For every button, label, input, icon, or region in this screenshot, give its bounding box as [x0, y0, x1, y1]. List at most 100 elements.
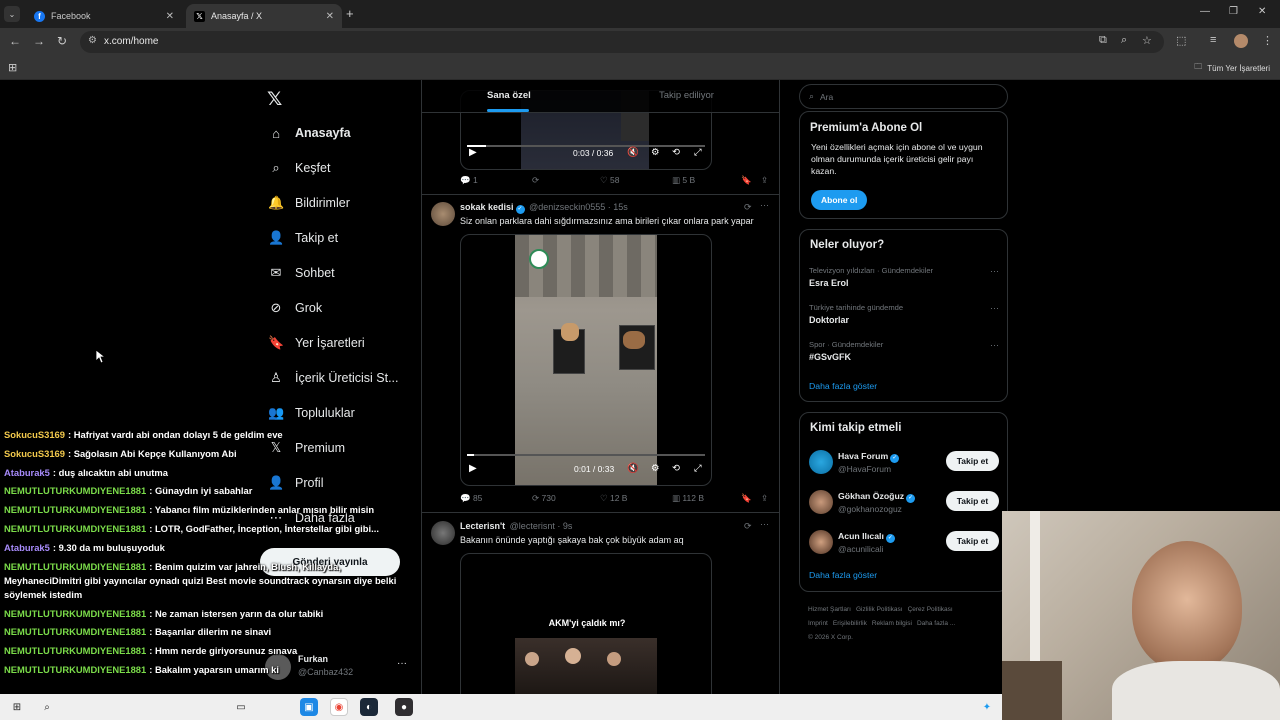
retweet-button[interactable]: ⟳ — [532, 175, 539, 186]
reload-icon[interactable]: ↻ — [57, 34, 67, 48]
new-tab-icon[interactable]: + — [346, 6, 354, 21]
grok-icon[interactable]: ⟳ — [744, 521, 752, 532]
like-button[interactable]: ♡ 58 — [600, 175, 619, 186]
who-show-more[interactable]: Daha fazla göster — [809, 570, 877, 580]
views-button[interactable]: ▥ 112 B — [672, 493, 704, 504]
nav-item-1[interactable]: ⌂ Anasayfa — [268, 121, 351, 145]
install-icon[interactable]: ⧉ — [1099, 34, 1107, 47]
trends-show-more[interactable]: Daha fazla göster — [809, 381, 877, 391]
footer-link[interactable]: Hizmet Şartları — [808, 606, 851, 613]
share-icon[interactable]: ⇪ — [761, 175, 768, 186]
loop-icon[interactable]: ⟲ — [672, 147, 680, 158]
footer-link[interactable]: Gizlilik Politikası — [856, 606, 903, 613]
star-icon[interactable]: ☆ — [1142, 34, 1152, 47]
more-icon[interactable]: ··· — [990, 266, 999, 276]
task-view-icon[interactable]: ▭ — [232, 698, 250, 716]
tray-app-icon[interactable]: ✦ — [978, 698, 996, 716]
avatar[interactable] — [431, 202, 455, 226]
nav-item-7[interactable]: 🔖 Yer İşaretleri — [268, 331, 365, 355]
more-icon[interactable]: ··· — [760, 200, 769, 210]
tab-search-icon[interactable]: ⌄ — [4, 6, 20, 22]
who-to-follow-item[interactable]: Hava Forum ✓ @HavaForum Takip et — [809, 449, 999, 477]
apps-icon[interactable]: ⊞ — [8, 61, 17, 74]
suggested-name[interactable]: Gökhan Özoğuz ✓ — [838, 491, 916, 503]
loop-icon[interactable]: ⟲ — [672, 463, 680, 474]
restore-icon[interactable]: ❐ — [1229, 6, 1238, 17]
minimize-icon[interactable]: — — [1200, 6, 1210, 17]
all-bookmarks[interactable]: 🗀 Tüm Yer İşaretleri — [1194, 61, 1270, 75]
play-icon[interactable]: ▶ — [469, 147, 477, 158]
menu-icon[interactable]: ⋮ — [1262, 34, 1273, 47]
settings-icon[interactable]: ⚙ — [651, 147, 660, 158]
nav-item-9[interactable]: 👥 Topluluklar — [268, 401, 355, 425]
trend-item[interactable]: Türkiye tarihinde gündemde Doktorlar ··· — [809, 303, 999, 325]
subscribe-button[interactable]: Abone ol — [811, 190, 868, 210]
back-icon[interactable]: ← — [9, 34, 21, 48]
suggested-name[interactable]: Acun Ilıcalı ✓ — [838, 531, 895, 543]
nav-item-4[interactable]: 👤 Takip et — [268, 226, 338, 250]
close-window-icon[interactable]: ✕ — [1258, 6, 1266, 17]
views-button[interactable]: ▥ 5 B — [672, 175, 695, 186]
zoom-icon[interactable]: ⌕ — [1121, 34, 1127, 47]
trend-item[interactable]: Televizyon yıldızları · Gündemdekiler Esr… — [809, 266, 999, 288]
obs-icon[interactable]: ● — [395, 698, 413, 716]
forward-icon[interactable]: → — [33, 34, 45, 48]
address-bar[interactable]: ⚙ x.com/home — [80, 31, 1164, 53]
author-name[interactable]: sokak kedisi — [460, 202, 514, 212]
share-icon[interactable]: ⇪ — [761, 493, 768, 504]
mute-icon[interactable]: 🔇 — [627, 463, 639, 474]
grok-icon[interactable]: ⟳ — [744, 202, 752, 213]
tab-x-home[interactable]: 𝕏 Anasayfa / X ✕ — [186, 4, 342, 28]
suggested-name[interactable]: Hava Forum ✓ — [838, 451, 900, 463]
follow-button[interactable]: Takip et — [946, 531, 999, 551]
nav-item-2[interactable]: ⌕ Keşfet — [268, 156, 330, 180]
close-icon[interactable]: ✕ — [166, 11, 174, 22]
close-icon[interactable]: ✕ — [326, 11, 334, 22]
steam-icon[interactable]: ◐ — [360, 698, 378, 716]
settings-icon[interactable]: ⚙ — [651, 463, 660, 474]
mute-icon[interactable]: 🔇 — [627, 147, 639, 158]
author-handle[interactable]: @lecterisnt · 9s — [510, 521, 573, 531]
author-name[interactable]: Lecterisn't — [460, 521, 505, 531]
reply-button[interactable]: 💬 1 — [460, 175, 478, 186]
who-to-follow-item[interactable]: Gökhan Özoğuz ✓ @gokhanozoguz Takip et — [809, 489, 999, 517]
trend-item[interactable]: Spor · Gündemdekiler #GSvGFK ··· — [809, 340, 999, 362]
footer-link[interactable]: Daha fazla ... — [917, 620, 955, 627]
video-player[interactable]: AKM'yi çaldık mı? — [460, 553, 712, 694]
author-handle[interactable]: @denizseckin0555 · 15s — [529, 202, 628, 212]
fullscreen-icon[interactable]: ⤢ — [694, 147, 702, 158]
tab-following[interactable]: Takip ediliyor — [659, 90, 714, 101]
footer-link[interactable]: Imprint — [808, 620, 828, 627]
follow-button[interactable]: Takip et — [946, 451, 999, 471]
nav-item-5[interactable]: ✉ Sohbet — [268, 261, 335, 285]
who-to-follow-item[interactable]: Acun Ilıcalı ✓ @acunilicali Takip et — [809, 529, 999, 557]
bookmark-icon[interactable]: 🔖 — [741, 175, 752, 186]
avatar[interactable] — [809, 450, 833, 474]
fullscreen-icon[interactable]: ⤢ — [694, 463, 702, 474]
profile-avatar[interactable] — [1234, 34, 1248, 48]
more-icon[interactable]: ··· — [760, 519, 769, 529]
media-icon[interactable]: ≡ — [1210, 34, 1216, 46]
footer-link[interactable]: Reklam bilgisi — [872, 620, 912, 627]
tab-facebook[interactable]: f Facebook ✕ — [26, 4, 182, 28]
tab-for-you[interactable]: Sana özel — [487, 90, 531, 101]
avatar[interactable] — [809, 530, 833, 554]
video-player[interactable]: ▶ 0:01 / 0:33 🔇 ⚙ ⟲ ⤢ — [460, 234, 712, 486]
nav-item-8[interactable]: ♙ İçerik Üreticisi St... — [268, 366, 398, 390]
x-logo-icon[interactable]: 𝕏 — [267, 88, 282, 111]
like-button[interactable]: ♡ 12 B — [600, 493, 627, 504]
reply-button[interactable]: 💬 85 — [460, 493, 482, 504]
avatar[interactable] — [809, 490, 833, 514]
search-input[interactable]: ⌕ Ara — [799, 84, 1008, 109]
chrome-icon[interactable]: ◉ — [330, 698, 348, 716]
more-icon[interactable]: ··· — [990, 303, 999, 313]
extensions-icon[interactable]: ⬚ — [1176, 34, 1186, 47]
footer-link[interactable]: Erişilebilirlik — [833, 620, 867, 627]
start-icon[interactable]: ⊞ — [8, 698, 26, 716]
follow-button[interactable]: Takip et — [946, 491, 999, 511]
video-progress[interactable] — [467, 454, 705, 456]
explorer-icon[interactable]: ▣ — [300, 698, 318, 716]
nav-item-6[interactable]: ⊘ Grok — [268, 296, 323, 320]
play-icon[interactable]: ▶ — [469, 463, 477, 474]
more-icon[interactable]: ··· — [990, 340, 999, 350]
